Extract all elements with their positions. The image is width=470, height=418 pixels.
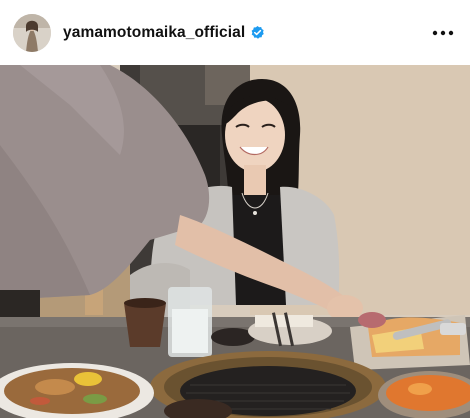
- username[interactable]: yamamotomaika_official: [63, 24, 245, 42]
- restaurant-scene-image: [0, 65, 470, 418]
- more-options-icon: [432, 30, 454, 35]
- instagram-post: yamamotomaika_official: [0, 0, 470, 418]
- more-options-button[interactable]: [430, 20, 456, 46]
- profile-avatar[interactable]: [13, 13, 51, 52]
- avatar-image: [13, 13, 51, 52]
- post-header: yamamotomaika_official: [0, 0, 470, 65]
- post-photo[interactable]: [0, 65, 470, 418]
- verified-badge-icon: [251, 25, 264, 39]
